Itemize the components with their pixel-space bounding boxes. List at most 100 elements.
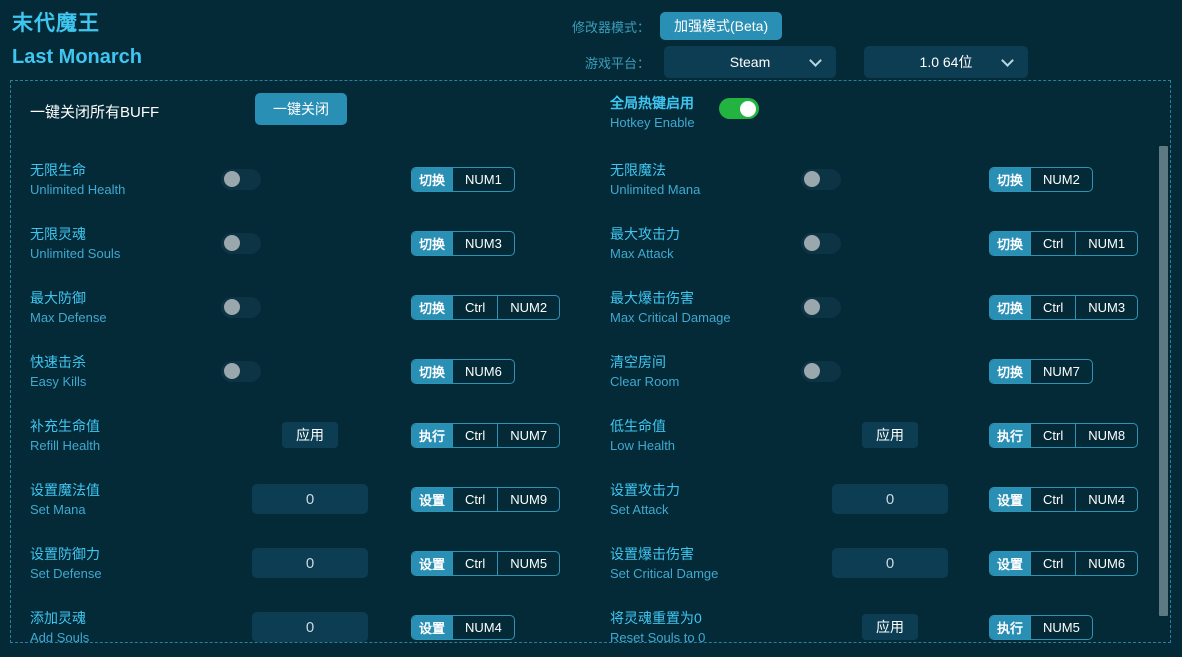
hotkey-key[interactable]: NUM4 [452, 615, 514, 639]
page-title-cn: 末代魔王 [12, 12, 100, 35]
value-input[interactable] [832, 484, 948, 514]
cheat-label-en: Max Attack [610, 245, 674, 261]
hotkey-key[interactable]: NUM7 [1030, 359, 1092, 383]
hotkey-action-label: 切换 [990, 167, 1031, 191]
hotkey-key[interactable]: Ctrl [452, 487, 497, 511]
cheat-row-labels: 快速击杀 Easy Kills [11, 352, 221, 391]
hotkey-enable-group: 全局热键启用 Hotkey Enable [591, 81, 1160, 147]
hotkey-key[interactable]: NUM2 [497, 295, 559, 319]
hotkey-binding[interactable]: 设置 Ctrl NUM4 [989, 486, 1139, 512]
toggle-knob-icon [804, 171, 820, 187]
hotkey-cell: 执行 Ctrl NUM7 [399, 422, 561, 448]
hotkey-key[interactable]: NUM7 [497, 423, 559, 447]
hotkey-key[interactable]: NUM8 [1075, 423, 1137, 447]
cheat-label-cn: 最大爆击伤害 [610, 289, 694, 306]
hotkey-key[interactable]: NUM6 [452, 359, 514, 383]
cheat-toggle[interactable] [221, 232, 261, 254]
all-buff-off-button[interactable]: 一键关闭 [255, 93, 347, 125]
hotkey-key[interactable]: Ctrl [452, 423, 497, 447]
value-input[interactable] [252, 484, 368, 514]
hotkey-key[interactable]: Ctrl [1030, 551, 1075, 575]
value-input[interactable] [252, 612, 368, 642]
hotkey-action-label: 切换 [412, 359, 453, 383]
hotkey-key[interactable]: Ctrl [452, 551, 497, 575]
value-input[interactable] [252, 548, 368, 578]
hotkey-key[interactable]: NUM6 [1075, 551, 1137, 575]
cheat-toggle[interactable] [801, 360, 841, 382]
apply-button[interactable]: 应用 [862, 422, 918, 448]
platform-select[interactable]: Steam [664, 46, 836, 78]
hotkey-key[interactable]: Ctrl [1030, 295, 1075, 319]
hotkey-cell: 切换 Ctrl NUM3 [979, 294, 1139, 320]
value-input[interactable] [832, 548, 948, 578]
hotkey-binding[interactable]: 切换 Ctrl NUM3 [989, 294, 1139, 320]
cheat-row: 无限魔法 Unlimited Mana 切换 NUM2 [591, 147, 1160, 211]
hotkey-key[interactable]: NUM1 [1075, 231, 1137, 255]
hotkey-binding[interactable]: 设置 Ctrl NUM6 [989, 550, 1139, 576]
cheat-toggle[interactable] [801, 296, 841, 318]
hotkey-key[interactable]: NUM3 [452, 231, 514, 255]
hotkey-key[interactable]: Ctrl [452, 295, 497, 319]
hotkey-action-label: 切换 [990, 359, 1031, 383]
cheat-toggle[interactable] [221, 168, 261, 190]
hotkey-binding[interactable]: 切换 NUM6 [411, 358, 515, 384]
cheat-row-control [801, 360, 979, 382]
cheat-label-cn: 无限生命 [30, 161, 86, 178]
hotkey-key[interactable]: NUM4 [1075, 487, 1137, 511]
cheat-row: 设置攻击力 Set Attack 设置CtrlNUM4 [591, 467, 1160, 531]
hotkey-key[interactable]: NUM2 [1030, 167, 1092, 191]
hotkey-binding[interactable]: 切换 Ctrl NUM2 [411, 294, 561, 320]
cheat-row-labels: 添加灵魂 Add Souls [11, 608, 221, 643]
cheat-toggle[interactable] [801, 232, 841, 254]
hotkey-action-label: 执行 [990, 615, 1031, 639]
hotkey-binding[interactable]: 设置 Ctrl NUM9 [411, 486, 561, 512]
panel-scrollbar-thumb[interactable] [1159, 146, 1168, 616]
hotkey-key[interactable]: NUM1 [452, 167, 514, 191]
panel-scrollbar[interactable] [1159, 83, 1168, 642]
hotkey-key[interactable]: NUM9 [497, 487, 559, 511]
cheat-toggle[interactable] [221, 360, 261, 382]
hotkey-binding[interactable]: 设置 NUM4 [411, 614, 515, 640]
cheat-label-cn: 最大攻击力 [610, 225, 680, 242]
hotkey-key[interactable]: Ctrl [1030, 487, 1075, 511]
apply-button[interactable]: 应用 [862, 614, 918, 640]
cheat-toggle[interactable] [801, 168, 841, 190]
hotkey-cell: 设置 NUM4 [399, 614, 515, 640]
hotkey-key[interactable]: NUM5 [1030, 615, 1092, 639]
hotkey-binding[interactable]: 切换 NUM1 [411, 166, 515, 192]
cheat-row: 设置防御力 Set Defense 设置CtrlNUM5 [11, 531, 591, 595]
hotkey-key[interactable]: NUM5 [497, 551, 559, 575]
chevron-down-icon [809, 54, 822, 67]
hotkey-cell: 设置 Ctrl NUM9 [399, 486, 561, 512]
cheat-row-labels: 无限灵魂 Unlimited Souls [11, 224, 221, 263]
hotkey-cell: 执行 NUM5 [979, 614, 1093, 640]
hotkey-key[interactable]: NUM3 [1075, 295, 1137, 319]
hotkey-binding[interactable]: 执行 NUM5 [989, 614, 1093, 640]
toggle-knob-icon [224, 235, 240, 251]
trainer-mode-button[interactable]: 加强模式(Beta) [660, 12, 783, 40]
version-select[interactable]: 1.0 64位 [864, 46, 1028, 78]
hotkey-action-label: 设置 [990, 551, 1031, 575]
cheat-row-control [221, 484, 399, 514]
hotkey-binding[interactable]: 设置 Ctrl NUM5 [411, 550, 561, 576]
cheat-label-en: Set Critical Damge [610, 565, 719, 581]
cheat-toggle[interactable] [221, 296, 261, 318]
apply-button[interactable]: 应用 [282, 422, 338, 448]
hotkey-action-label: 设置 [412, 487, 453, 511]
hotkey-binding[interactable]: 切换 Ctrl NUM1 [989, 230, 1139, 256]
cheat-row-labels: 将灵魂重置为0 Reset Souls to 0 [591, 608, 801, 643]
hotkey-binding[interactable]: 执行 Ctrl NUM8 [989, 422, 1139, 448]
hotkey-key[interactable]: Ctrl [1030, 423, 1075, 447]
hotkey-cell: 切换 NUM6 [399, 358, 515, 384]
cheat-label-en: Unlimited Health [30, 181, 126, 197]
cheat-row-control [801, 484, 979, 514]
hotkey-cell: 切换 Ctrl NUM1 [979, 230, 1139, 256]
cheat-row-control [801, 296, 979, 318]
hotkey-binding[interactable]: 切换 NUM7 [989, 358, 1093, 384]
hotkey-enable-toggle[interactable] [719, 98, 759, 119]
cheat-row-list: 无限生命 Unlimited Health 切换 NUM1 无限魔法 Unlimited … [11, 147, 1160, 643]
hotkey-binding[interactable]: 切换 NUM2 [989, 166, 1093, 192]
hotkey-key[interactable]: Ctrl [1030, 231, 1075, 255]
hotkey-binding[interactable]: 切换 NUM3 [411, 230, 515, 256]
hotkey-binding[interactable]: 执行 Ctrl NUM7 [411, 422, 561, 448]
